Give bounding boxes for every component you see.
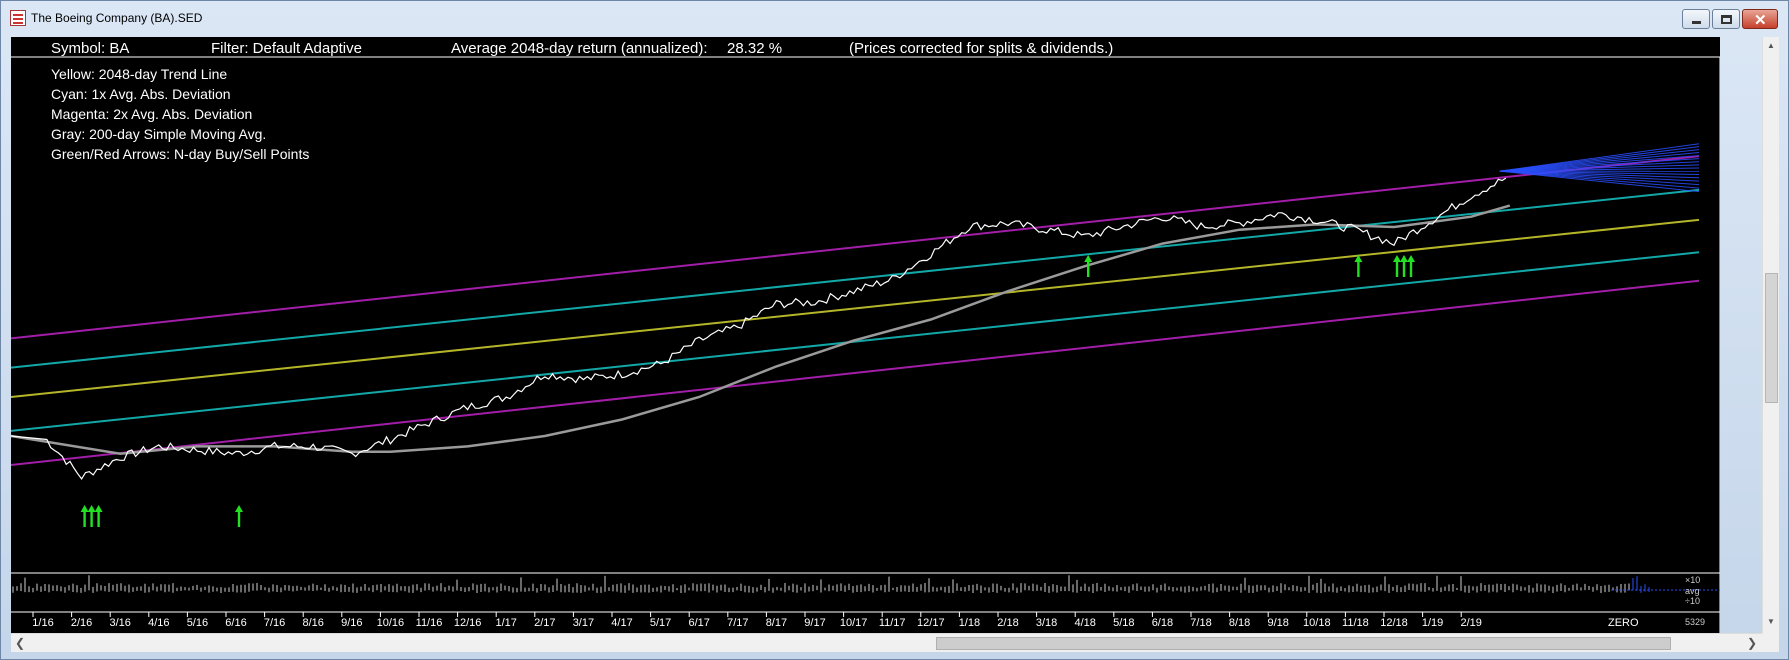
x-tick-label: 11/16 — [416, 617, 443, 629]
x-tick-label: 8/16 — [302, 617, 323, 629]
volume-bottom-label: ÷10 — [1685, 596, 1700, 606]
volume-panel — [12, 575, 1720, 593]
sma-line — [11, 204, 1511, 455]
x-tick-label: 11/17 — [879, 617, 906, 629]
x-tick-label: 3/17 — [573, 617, 594, 629]
title-bar[interactable]: The Boeing Company (BA).SED ✕ — [1, 1, 1788, 33]
window-title: The Boeing Company (BA).SED — [31, 11, 203, 25]
x-tick-label: 2/18 — [997, 617, 1018, 629]
scroll-up-icon[interactable]: ▲ — [1767, 41, 1775, 50]
horizontal-scrollbar[interactable]: ❮ ❯ — [11, 633, 1762, 652]
price-series — [11, 177, 1507, 480]
avg-return-label: Average 2048-day return (annualized): — [451, 40, 708, 57]
buy-arrow-icon — [1354, 255, 1363, 277]
volume-top-label: ×10 — [1685, 575, 1700, 585]
legend-item: Gray: 200-day Simple Moving Avg. — [51, 126, 266, 142]
x-tick-label: 7/17 — [727, 617, 748, 629]
scroll-right-icon[interactable]: ❯ — [1747, 636, 1757, 650]
x-tick-label: 5/17 — [650, 617, 671, 629]
vertical-scrollbar[interactable]: ▲ ▼ — [1762, 37, 1779, 633]
x-tick-label: 12/17 — [917, 617, 945, 629]
x-tick-label: 10/16 — [377, 617, 405, 629]
vertical-scroll-thumb[interactable] — [1765, 273, 1778, 403]
close-icon: ✕ — [1754, 12, 1767, 29]
x-tick-label: 10/17 — [840, 617, 868, 629]
x-tick-label: 3/16 — [109, 617, 130, 629]
projection-fan — [1499, 143, 1700, 193]
x-tick-label: 2/17 — [534, 617, 555, 629]
x-tick-label: 10/18 — [1303, 617, 1331, 629]
x-tick-label: 9/18 — [1267, 617, 1288, 629]
scroll-down-icon[interactable]: ▼ — [1767, 617, 1775, 626]
x-tick-label: 4/18 — [1074, 617, 1095, 629]
buy-arrow-icon — [94, 505, 103, 527]
x-tick-label: 1/18 — [959, 617, 980, 629]
prices-note: (Prices corrected for splits & dividends… — [849, 40, 1113, 57]
scroll-corner — [1762, 633, 1779, 652]
x-tick-label: 5/16 — [187, 617, 208, 629]
x-tick-label: 4/16 — [148, 617, 169, 629]
x-tick-label: 12/16 — [454, 617, 482, 629]
zero-label: ZERO — [1608, 617, 1639, 629]
buy-arrow-icon — [87, 505, 96, 527]
x-tick-label: 9/16 — [341, 617, 362, 629]
x-tick-label: 11/18 — [1342, 617, 1369, 629]
x-tick-label: 2/16 — [71, 617, 92, 629]
trend-bands — [11, 155, 1700, 467]
volume-count: 5329 — [1685, 617, 1705, 627]
buy-arrows — [80, 255, 1415, 527]
legend-item: Cyan: 1x Avg. Abs. Deviation — [51, 86, 231, 102]
minimize-button[interactable] — [1682, 9, 1710, 29]
avg-return-value: 28.32 % — [727, 40, 782, 57]
x-tick-label: 6/18 — [1152, 617, 1173, 629]
x-axis: 1/16 2/16 3/16 4/16 5/16 6/16 7/16 8/16 9/16 10/1… — [32, 612, 1482, 629]
legend-item: Green/Red Arrows: N-day Buy/Sell Points — [51, 146, 309, 162]
app-chart-icon[interactable] — [10, 10, 26, 26]
x-tick-label: 1/19 — [1422, 617, 1443, 629]
x-tick-label: 12/18 — [1380, 617, 1408, 629]
price-line — [11, 177, 1507, 480]
x-tick-label: 5/18 — [1113, 617, 1134, 629]
x-tick-label: 7/18 — [1190, 617, 1211, 629]
x-tick-label: 9/17 — [804, 617, 825, 629]
volume-avg-label: avg — [1685, 586, 1700, 596]
x-tick-label: 6/17 — [688, 617, 709, 629]
sma-200-line — [11, 204, 1511, 455]
buy-arrow-icon — [1393, 255, 1401, 277]
symbol-label: Symbol: BA — [51, 40, 129, 57]
horizontal-scroll-thumb[interactable] — [936, 637, 1671, 650]
x-tick-label: 8/18 — [1229, 617, 1250, 629]
buy-arrow-icon — [1400, 255, 1408, 277]
scroll-left-icon[interactable]: ❮ — [15, 636, 25, 650]
filter-label: Filter: Default Adaptive — [211, 40, 362, 57]
legend-item: Yellow: 2048-day Trend Line — [51, 66, 227, 82]
maximize-button[interactable] — [1712, 9, 1740, 29]
x-tick-label: 4/17 — [611, 617, 632, 629]
x-tick-label: 3/18 — [1036, 617, 1057, 629]
x-tick-label: 2/19 — [1460, 617, 1481, 629]
legend-item: Magenta: 2x Avg. Abs. Deviation — [51, 106, 252, 122]
buy-arrow-icon — [80, 505, 89, 527]
app-window: The Boeing Company (BA).SED ✕ Symbol: BA… — [0, 0, 1789, 660]
buy-arrow-icon — [235, 505, 243, 527]
maximize-icon — [1721, 15, 1732, 24]
x-tick-label: 6/16 — [225, 617, 246, 629]
x-tick-label: 1/16 — [32, 617, 53, 629]
close-button[interactable]: ✕ — [1742, 9, 1778, 29]
x-tick-label: 1/17 — [495, 617, 516, 629]
x-tick-label: 8/17 — [766, 617, 787, 629]
stock-chart: Symbol: BA Filter: Default Adaptive Aver… — [11, 40, 1720, 633]
legend: Yellow: 2048-day Trend Line Cyan: 1x Avg.… — [51, 66, 309, 162]
buy-arrow-icon — [1407, 255, 1415, 277]
minimize-icon — [1692, 21, 1701, 24]
chart-area[interactable]: Symbol: BA Filter: Default Adaptive Aver… — [11, 37, 1720, 633]
x-tick-label: 7/16 — [264, 617, 285, 629]
